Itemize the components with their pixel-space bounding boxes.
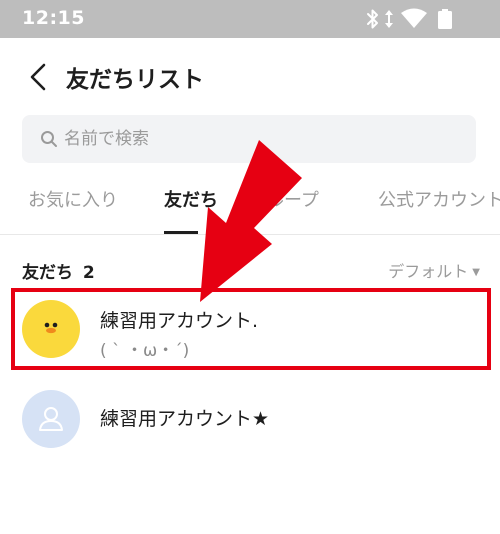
section-header: 友だち 2 <box>22 258 95 283</box>
duck-avatar-icon <box>44 322 58 334</box>
active-tab-indicator <box>164 231 198 234</box>
tab-bar: お気に入り 友だち グループ 公式アカウント <box>0 178 500 235</box>
system-icons <box>364 8 482 30</box>
tab-groups[interactable]: グループ <box>248 186 319 212</box>
sort-label: デフォルト <box>388 262 469 281</box>
person-icon <box>39 407 63 431</box>
tab-official-accounts[interactable]: 公式アカウント <box>378 186 500 212</box>
search-input[interactable] <box>64 115 464 163</box>
friend-name: 練習用アカウント. <box>100 310 259 332</box>
friend-name: 練習用アカウント★ <box>100 408 270 430</box>
friend-list-screen: 12:15 友だちリスト 名前で検索 お気に入り 友だち グループ 公式アカウン… <box>0 0 500 534</box>
data-arrows-icon <box>385 10 393 28</box>
sort-dropdown[interactable]: デフォルト ▼ <box>388 258 480 282</box>
app-header: 友だちリスト <box>0 38 500 114</box>
caret-down-icon: ▼ <box>472 267 480 278</box>
wifi-icon <box>401 8 427 28</box>
page-title: 友だちリスト <box>66 67 204 93</box>
status-time: 12:15 <box>22 7 85 29</box>
search-icon <box>41 131 57 147</box>
search-bar[interactable] <box>22 115 476 163</box>
avatar <box>22 300 80 358</box>
friend-count: 2 <box>82 263 95 283</box>
section-label: 友だち <box>22 263 73 283</box>
tab-favorites[interactable]: お気に入り <box>28 186 118 212</box>
list-item[interactable]: 練習用アカウント★ <box>0 378 500 458</box>
list-item[interactable]: 練習用アカウント. ( ` ・ω・´) <box>0 288 500 368</box>
status-bar: 12:15 <box>0 0 500 38</box>
bluetooth-icon <box>367 9 378 29</box>
friend-status-message: ( ` ・ω・´) <box>100 341 190 361</box>
battery-icon <box>438 9 452 29</box>
chevron-left-icon <box>30 63 46 91</box>
back-button[interactable] <box>24 62 52 92</box>
tab-friends[interactable]: 友だち <box>164 186 218 212</box>
avatar <box>22 390 80 448</box>
